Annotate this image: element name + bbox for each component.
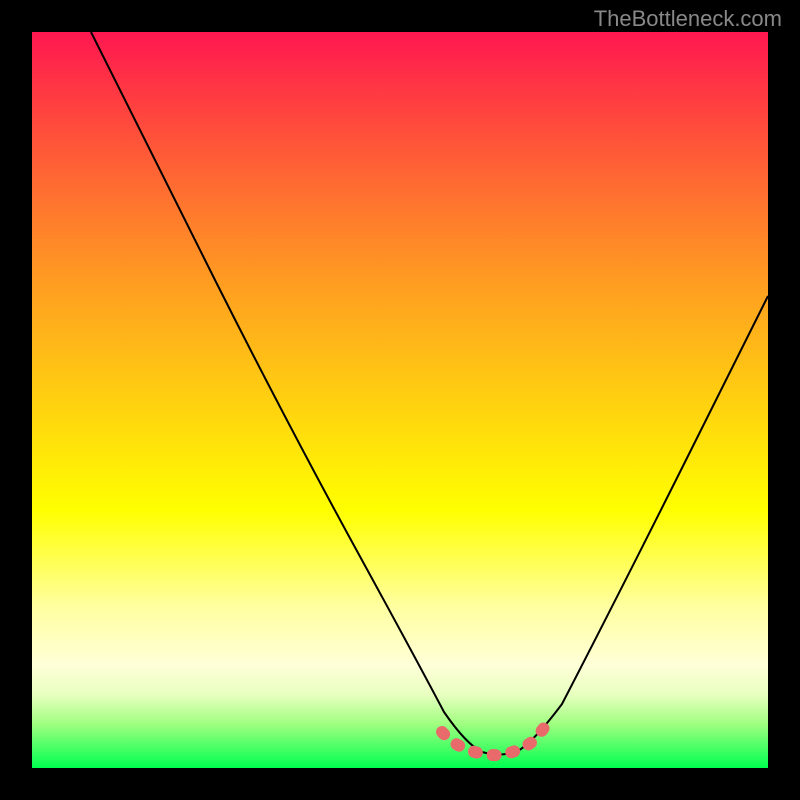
highlight-segment [442, 728, 544, 755]
bottleneck-curve [32, 32, 768, 768]
plot-area [32, 32, 768, 768]
watermark-text: TheBottleneck.com [594, 6, 782, 32]
chart-container: TheBottleneck.com [0, 0, 800, 800]
curve-path [91, 32, 768, 755]
